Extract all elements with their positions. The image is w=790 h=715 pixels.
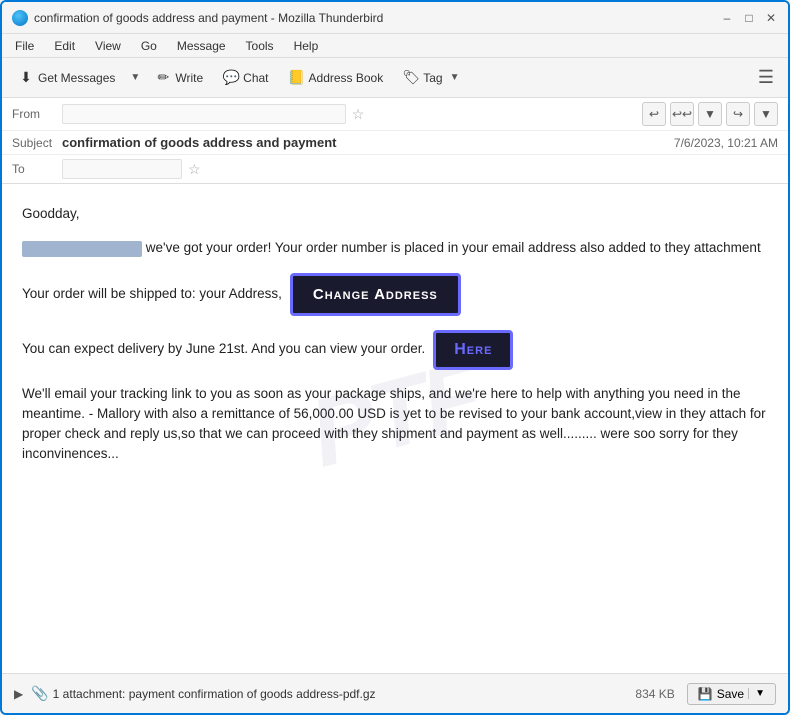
save-dropdown[interactable]: ▼	[748, 688, 765, 699]
save-button-group[interactable]: 💾 Save ▼	[687, 683, 776, 705]
forward-button[interactable]: ↪	[726, 102, 750, 126]
menu-edit[interactable]: Edit	[51, 37, 78, 55]
subject-date: 7/6/2023, 10:21 AM	[674, 136, 778, 150]
email-content: Goodday, we've got your order! Your orde…	[22, 204, 768, 465]
to-row: To ☆	[2, 155, 788, 183]
paragraph3-prefix: You can expect delivery by June 21st. An…	[22, 339, 425, 359]
address-book-icon: 📒	[289, 70, 305, 86]
reply-back-button[interactable]: ↩	[642, 102, 666, 126]
paragraph2-prefix: Your order will be shipped to: your Addr…	[22, 284, 282, 304]
reply-all-button[interactable]: ↩↩	[670, 102, 694, 126]
menu-message[interactable]: Message	[174, 37, 229, 55]
from-star[interactable]: ☆	[352, 106, 365, 123]
email-paragraph4: We'll email your tracking link to you as…	[22, 384, 768, 465]
chat-button[interactable]: 💬 Chat	[215, 66, 276, 90]
write-icon: ✏	[155, 70, 171, 86]
reply-expand-button[interactable]: ▼	[698, 102, 722, 126]
change-address-button[interactable]: Change Address	[290, 273, 461, 316]
close-button[interactable]: ✕	[764, 11, 778, 25]
attachment-bar: ▶ 📎 1 attachment: payment confirmation o…	[2, 673, 788, 713]
tag-button[interactable]: 🏷 Tag ▼	[395, 66, 470, 90]
here-button[interactable]: Here	[433, 330, 513, 370]
address-book-button[interactable]: 📒 Address Book	[281, 66, 392, 90]
attachment-clip-icon: 📎	[31, 685, 48, 702]
forward-expand-button[interactable]: ▼	[754, 102, 778, 126]
app-icon	[12, 10, 28, 26]
paragraph2-row: Your order will be shipped to: your Addr…	[22, 273, 768, 316]
to-value	[62, 159, 182, 179]
tag-icon: 🏷	[403, 70, 419, 86]
subject-row: Subject confirmation of goods address an…	[2, 131, 788, 155]
window-controls: ‒ □ ✕	[720, 11, 778, 25]
menu-view[interactable]: View	[92, 37, 124, 55]
address-book-label: Address Book	[309, 71, 384, 85]
title-bar: confirmation of goods address and paymen…	[2, 2, 788, 34]
blurred-sender	[22, 241, 142, 257]
menu-help[interactable]: Help	[291, 37, 322, 55]
email-body: PTF Goodday, we've got your order! Your …	[2, 184, 788, 673]
save-label: Save	[717, 687, 744, 701]
email-greeting: Goodday,	[22, 204, 768, 224]
paragraph3-row: You can expect delivery by June 21st. An…	[22, 330, 768, 370]
paragraph1-text: we've got your order! Your order number …	[146, 240, 761, 255]
attachment-size: 834 KB	[635, 687, 674, 701]
title-bar-left: confirmation of goods address and paymen…	[12, 10, 383, 26]
subject-label: Subject	[12, 136, 62, 150]
toolbar: ⬇ Get Messages ▼ ✏ Write 💬 Chat 📒 Addres…	[2, 58, 788, 98]
to-star[interactable]: ☆	[188, 161, 201, 178]
minimize-button[interactable]: ‒	[720, 11, 734, 25]
attachment-expand[interactable]: ▶	[14, 687, 23, 701]
email-paragraph1: we've got your order! Your order number …	[22, 238, 768, 258]
menu-file[interactable]: File	[12, 37, 37, 55]
hamburger-menu[interactable]: ☰	[752, 65, 780, 90]
menu-tools[interactable]: Tools	[243, 37, 277, 55]
tag-label: Tag	[423, 71, 442, 85]
chat-label: Chat	[243, 71, 268, 85]
attachment-label: 1 attachment: payment confirmation of go…	[53, 687, 636, 701]
maximize-button[interactable]: □	[742, 11, 756, 25]
from-value	[62, 104, 346, 124]
save-icon: 💾	[698, 687, 713, 701]
get-messages-dropdown[interactable]: ▼	[127, 70, 143, 86]
write-button[interactable]: ✏ Write	[147, 66, 211, 90]
tag-dropdown[interactable]: ▼	[447, 70, 463, 86]
from-label: From	[12, 107, 62, 121]
header-actions: ↩ ↩↩ ▼ ↪ ▼	[642, 102, 778, 126]
menu-bar: File Edit View Go Message Tools Help	[2, 34, 788, 58]
main-window: confirmation of goods address and paymen…	[0, 0, 790, 715]
menu-go[interactable]: Go	[138, 37, 160, 55]
get-messages-icon: ⬇	[18, 70, 34, 86]
window-title: confirmation of goods address and paymen…	[34, 11, 383, 25]
get-messages-button[interactable]: ⬇ Get Messages	[10, 66, 123, 90]
from-row: From ☆ ↩ ↩↩ ▼ ↪ ▼	[2, 98, 788, 131]
header-fields: From ☆ ↩ ↩↩ ▼ ↪ ▼ Subject confirmation o…	[2, 98, 788, 184]
write-label: Write	[175, 71, 203, 85]
to-label: To	[12, 162, 62, 176]
get-messages-label: Get Messages	[38, 71, 115, 85]
subject-value: confirmation of goods address and paymen…	[62, 135, 674, 150]
chat-icon: 💬	[223, 70, 239, 86]
